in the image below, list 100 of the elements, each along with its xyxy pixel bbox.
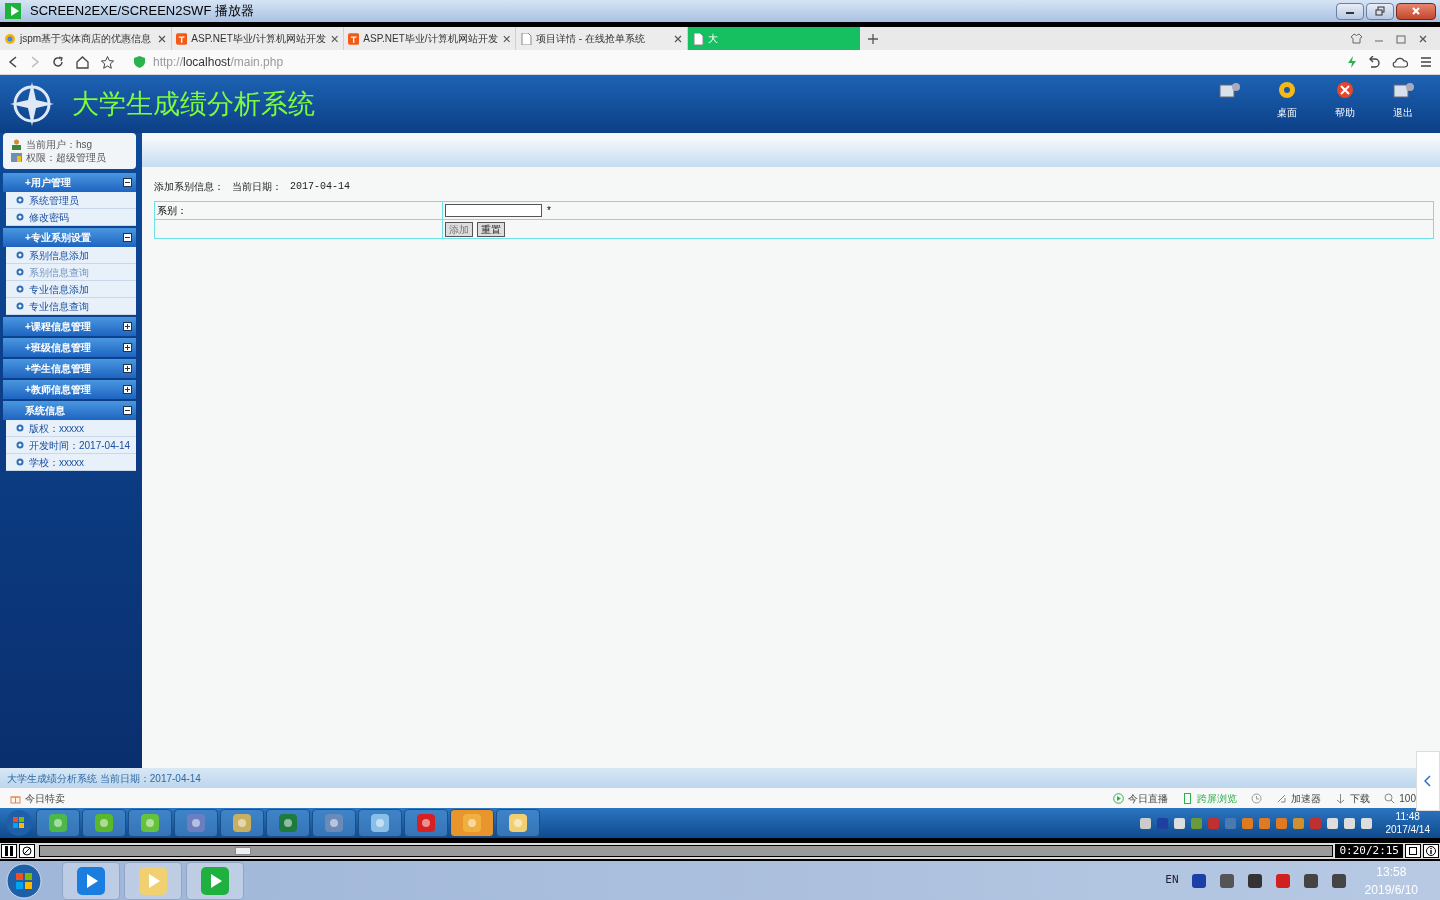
tray-icon[interactable] [1343, 817, 1355, 829]
collapse-icon [123, 178, 132, 187]
tray-icon[interactable] [1190, 872, 1207, 889]
menu-link[interactable]: 系别信息添加 [29, 247, 89, 263]
menu-link[interactable]: 修改密码 [29, 209, 69, 225]
menu-group-header[interactable]: +用户管理 [3, 173, 136, 192]
toolbar-button[interactable]: 退出 [1374, 79, 1432, 129]
tray-icon[interactable] [1360, 817, 1372, 829]
app-icon [186, 813, 206, 833]
status-item[interactable]: 100 [1384, 790, 1416, 806]
app-icon [94, 813, 114, 833]
home-icon[interactable] [76, 55, 89, 69]
collapse-icon [123, 233, 132, 242]
input-field[interactable] [445, 204, 542, 217]
undo-icon[interactable] [1368, 56, 1380, 68]
back-icon[interactable] [8, 56, 18, 68]
status-link[interactable]: 今日特卖 [25, 790, 65, 806]
menu-link[interactable]: 系统管理员 [29, 192, 79, 208]
pause-button[interactable] [1, 844, 17, 858]
taskbar-button[interactable] [496, 809, 540, 837]
start-orb-icon[interactable] [4, 861, 44, 900]
start-orb-icon[interactable] [4, 809, 34, 837]
bullet-icon [16, 213, 24, 221]
status-item[interactable]: 加速器 [1276, 790, 1322, 806]
tray-icon[interactable] [1139, 817, 1151, 829]
reload-icon[interactable] [52, 56, 64, 68]
taskbar-button[interactable] [266, 809, 310, 837]
new-tab-icon[interactable] [868, 33, 878, 44]
menu-group-header[interactable]: +教师信息管理 [3, 380, 136, 399]
toolbar-button[interactable]: 桌面 [1258, 79, 1316, 129]
expand-icon [123, 364, 132, 373]
tray-icon[interactable] [1302, 872, 1319, 889]
expand-icon [123, 343, 132, 352]
id-card-icon [11, 152, 22, 163]
menu-group-header[interactable]: +学生信息管理 [3, 359, 136, 378]
menu-link[interactable]: 版权：xxxxx [29, 420, 84, 436]
app-icon [48, 813, 68, 833]
download-icon [1335, 792, 1347, 804]
menu-link[interactable]: 专业信息查询 [29, 298, 89, 314]
shop-icon [176, 32, 188, 45]
gear-icon [1276, 79, 1298, 101]
maximize-icon[interactable] [1396, 33, 1406, 44]
menu-group-header[interactable]: +专业系别设置 [3, 228, 136, 247]
menu-group-header[interactable]: 系统信息 [3, 401, 136, 420]
bullet-icon [16, 441, 24, 449]
star-icon[interactable] [101, 55, 114, 69]
taskbar-button[interactable] [358, 809, 402, 837]
shirt-icon[interactable] [1351, 33, 1362, 44]
taskbar-button[interactable] [220, 809, 264, 837]
taskbar-button[interactable] [36, 809, 80, 837]
pause-icon [5, 846, 13, 856]
footer-text: 大学生成绩分析系统 当前日期：2017-04-14 [7, 771, 201, 786]
status-item[interactable]: 下载 [1335, 790, 1371, 806]
language-indicator[interactable]: EN [1165, 872, 1179, 889]
page-icon [692, 32, 704, 45]
taskbar-button[interactable] [82, 809, 126, 837]
taskbar-button[interactable] [450, 809, 494, 837]
taskbar-button[interactable] [312, 809, 356, 837]
menu-link[interactable]: 开发时间：2017-04-14 [29, 437, 131, 453]
menu-link[interactable]: 学校：xxxxx [29, 454, 84, 470]
tray-icon[interactable] [1173, 817, 1185, 829]
bullet-icon [16, 268, 24, 276]
taskbar-button[interactable] [62, 861, 120, 900]
restore-icon [1375, 6, 1385, 16]
stop-button[interactable] [19, 844, 35, 858]
menu-link[interactable]: 专业信息添加 [29, 281, 89, 297]
progress-thumb[interactable] [234, 847, 251, 855]
info-button[interactable] [1423, 844, 1439, 858]
taskbar-button[interactable] [186, 861, 244, 900]
menu-icon[interactable] [1420, 56, 1432, 68]
taskbar-button[interactable] [174, 809, 218, 837]
restore-button[interactable] [1366, 2, 1394, 20]
close-icon[interactable] [157, 33, 167, 44]
side-panel-toggle[interactable] [1416, 751, 1440, 811]
form-button[interactable]: 重置 [477, 221, 505, 237]
close-icon[interactable] [673, 33, 683, 44]
menu-group-header[interactable]: +课程信息管理 [3, 317, 136, 336]
tray-icon[interactable] [1326, 817, 1338, 829]
tray-icon[interactable] [1246, 872, 1263, 889]
close-button[interactable] [1396, 2, 1436, 20]
minimize-button[interactable] [1336, 2, 1364, 20]
menu-group-header[interactable]: +班级信息管理 [3, 338, 136, 357]
taskbar-button[interactable] [404, 809, 448, 837]
close-icon[interactable] [1418, 33, 1428, 44]
app-icon [324, 813, 344, 833]
taskbar-button[interactable] [128, 809, 172, 837]
status-item[interactable]: 今日直播 [1113, 790, 1169, 806]
expand-icon [123, 385, 132, 394]
cloud-icon[interactable] [1392, 56, 1408, 68]
close-icon[interactable] [501, 33, 511, 44]
clock-time: 11:48 [1395, 810, 1420, 823]
tray-icon[interactable] [1274, 872, 1291, 889]
tray-icon[interactable] [1330, 872, 1347, 889]
bullet-icon [16, 302, 24, 310]
tray-icon[interactable] [1218, 872, 1235, 889]
toolbar-button[interactable]: 帮助 [1316, 79, 1374, 129]
fullscreen-button[interactable] [1405, 844, 1421, 858]
date-value: 2017-04-14 [290, 180, 350, 194]
close-icon[interactable] [329, 33, 339, 44]
user-icon [11, 139, 22, 150]
